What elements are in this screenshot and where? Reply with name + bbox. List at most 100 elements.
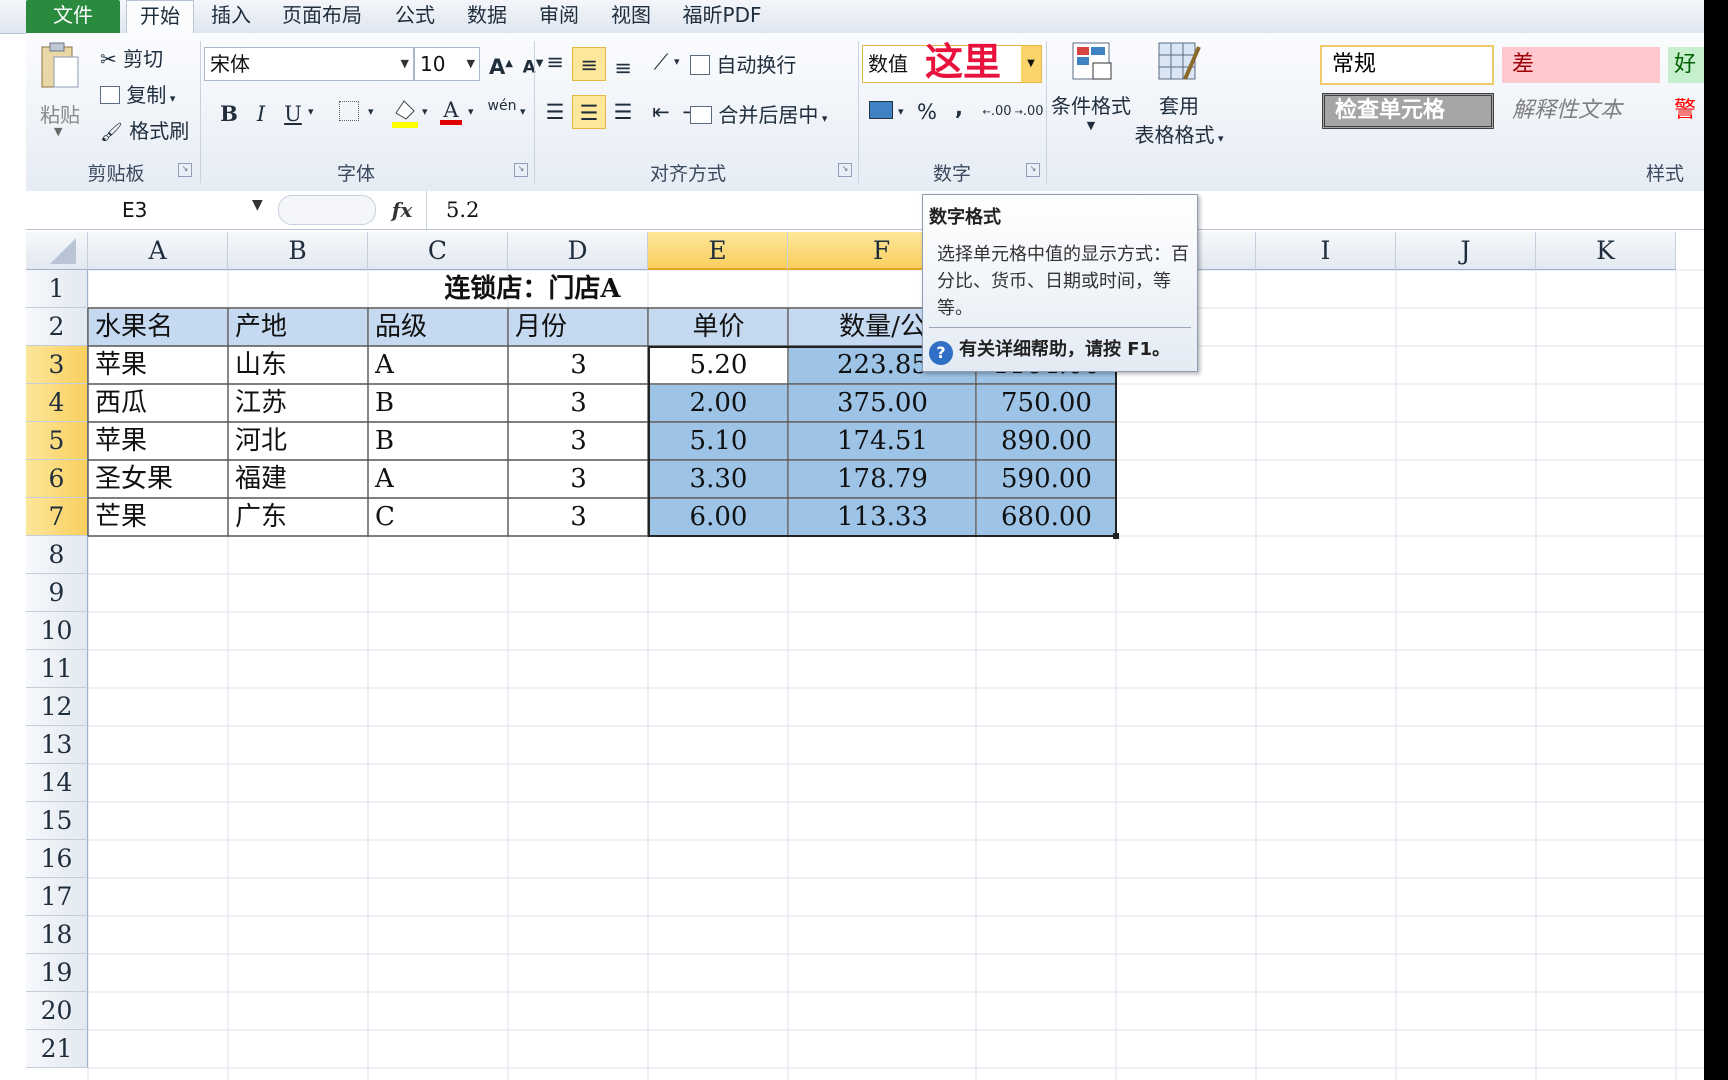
row-header-4[interactable]: 4 <box>26 384 88 422</box>
style-explanatory[interactable]: 解释性文本 <box>1502 93 1660 129</box>
row-header-5[interactable]: 5 <box>26 422 88 460</box>
chevron-down-icon[interactable]: ▾ <box>308 105 314 118</box>
increase-decimal-button[interactable]: ←.00 <box>980 95 1014 129</box>
row-header-2[interactable]: 2 <box>26 308 88 346</box>
number-format-combo[interactable]: 数值 这里 ▼ <box>862 40 1042 84</box>
header-cell-a[interactable]: 水果名 <box>89 309 228 346</box>
header-cell-c[interactable]: 品级 <box>369 309 508 346</box>
chevron-down-icon[interactable]: ▾ <box>422 105 428 118</box>
align-bottom-icon[interactable]: ≡ <box>606 51 640 85</box>
header-cell-e[interactable]: 单价 <box>649 309 788 346</box>
row-header-20[interactable]: 20 <box>26 992 88 1030</box>
column-header-a[interactable]: A <box>88 232 228 270</box>
cell-g7[interactable]: 680.00 <box>977 499 1116 536</box>
cell-d5[interactable]: 3 <box>509 423 648 460</box>
row-header-21[interactable]: 21 <box>26 1030 88 1068</box>
cell-b4[interactable]: 江苏 <box>229 385 368 422</box>
align-center-icon[interactable]: ☰ <box>572 95 606 129</box>
row-header-16[interactable]: 16 <box>26 840 88 878</box>
row-header-1[interactable]: 1 <box>26 270 88 308</box>
tab-review[interactable]: 审阅 <box>528 0 590 33</box>
align-right-icon[interactable]: ☰ <box>606 95 640 129</box>
cell-g5[interactable]: 890.00 <box>977 423 1116 460</box>
cell-a4[interactable]: 西瓜 <box>89 385 228 422</box>
row-header-14[interactable]: 14 <box>26 764 88 802</box>
cell-a6[interactable]: 圣女果 <box>89 461 228 498</box>
cell-c4[interactable]: B <box>369 385 508 422</box>
column-header-c[interactable]: C <box>368 232 508 270</box>
name-box[interactable]: E3 <box>26 194 266 226</box>
style-normal[interactable]: 常规 <box>1320 45 1494 85</box>
align-left-icon[interactable]: ☰ <box>538 95 572 129</box>
paste-icon[interactable] <box>38 41 80 89</box>
alignment-launcher-icon[interactable]: ↘ <box>838 163 852 177</box>
underline-button[interactable]: U <box>276 97 310 131</box>
decrease-indent-icon[interactable]: ⇤ <box>644 95 678 129</box>
tab-data[interactable]: 数据 <box>456 0 518 33</box>
cell-c5[interactable]: B <box>369 423 508 460</box>
header-cell-d[interactable]: 月份 <box>509 309 648 346</box>
cell-d7[interactable]: 3 <box>509 499 648 536</box>
font-color-button[interactable]: A <box>434 93 468 127</box>
font-name-combo[interactable]: 宋体 ▼ <box>204 47 414 81</box>
tab-insert[interactable]: 插入 <box>200 0 262 33</box>
row-header-18[interactable]: 18 <box>26 916 88 954</box>
accounting-format-icon[interactable] <box>864 95 898 129</box>
tab-formulas[interactable]: 公式 <box>384 0 446 33</box>
cell-title-merged[interactable]: 连锁店：门店A <box>89 271 976 308</box>
style-bad[interactable]: 差 <box>1502 47 1660 83</box>
row-header-6[interactable]: 6 <box>26 460 88 498</box>
row-header-19[interactable]: 19 <box>26 954 88 992</box>
cell-a3[interactable]: 苹果 <box>89 347 228 384</box>
copy-button[interactable]: 复制 ▾ <box>100 79 175 108</box>
cell-b7[interactable]: 广东 <box>229 499 368 536</box>
tab-page-layout[interactable]: 页面布局 <box>272 0 372 33</box>
increase-font-size-icon[interactable]: A▲ <box>484 47 518 81</box>
row-header-11[interactable]: 11 <box>26 650 88 688</box>
paste-button[interactable]: 粘贴 <box>40 99 80 128</box>
chevron-down-icon[interactable]: ▾ <box>520 105 526 118</box>
font-size-combo[interactable]: 10 ▼ <box>414 47 480 81</box>
cell-b3[interactable]: 山东 <box>229 347 368 384</box>
cell-a5[interactable]: 苹果 <box>89 423 228 460</box>
tab-foxit-pdf[interactable]: 福昕PDF <box>672 0 772 33</box>
font-launcher-icon[interactable]: ↘ <box>514 163 528 177</box>
formula-input[interactable]: 5.2 <box>446 191 479 229</box>
cut-button[interactable]: ✂ 剪切 <box>100 43 163 72</box>
cell-c6[interactable]: A <box>369 461 508 498</box>
style-check-cell[interactable]: 检查单元格 <box>1322 93 1494 129</box>
chevron-down-icon[interactable]: ▾ <box>898 105 904 118</box>
decrease-decimal-button[interactable]: →.00 <box>1012 95 1046 129</box>
comma-style-button[interactable]: , <box>942 91 976 125</box>
row-header-12[interactable]: 12 <box>26 688 88 726</box>
paste-dropdown-caret[interactable]: ▼ <box>54 125 62 138</box>
cell-e5[interactable]: 5.10 <box>649 423 788 460</box>
cell-f5[interactable]: 174.51 <box>789 423 976 460</box>
row-header-17[interactable]: 17 <box>26 878 88 916</box>
column-header-j[interactable]: J <box>1396 232 1536 270</box>
row-header-15[interactable]: 15 <box>26 802 88 840</box>
border-icon[interactable] <box>332 97 366 131</box>
select-all-corner[interactable] <box>26 232 88 270</box>
insert-function-icon[interactable]: fx <box>378 191 426 229</box>
fill-color-icon[interactable] <box>388 95 422 129</box>
chevron-down-icon[interactable]: ▼ <box>1021 46 1041 82</box>
number-launcher-icon[interactable]: ↘ <box>1026 163 1040 177</box>
orientation-icon[interactable]: ⟋ <box>644 45 678 79</box>
cell-c3[interactable]: A <box>369 347 508 384</box>
chevron-down-icon[interactable]: ▾ <box>368 105 374 118</box>
cell-c7[interactable]: C <box>369 499 508 536</box>
chevron-down-icon[interactable]: ▼ <box>252 197 263 213</box>
percent-style-button[interactable]: % <box>910 95 944 129</box>
phonetic-guide-button[interactable]: wén <box>482 95 522 129</box>
column-header-b[interactable]: B <box>228 232 368 270</box>
tab-view[interactable]: 视图 <box>600 0 662 33</box>
style-warning[interactable]: 警 <box>1668 93 1704 129</box>
clipboard-launcher-icon[interactable]: ↘ <box>178 163 192 177</box>
row-header-7[interactable]: 7 <box>26 498 88 536</box>
column-header-e[interactable]: E <box>648 232 788 270</box>
cell-e4[interactable]: 2.00 <box>649 385 788 422</box>
wrap-text-button[interactable]: 自动换行 <box>690 49 796 78</box>
cell-b6[interactable]: 福建 <box>229 461 368 498</box>
cell-g6[interactable]: 590.00 <box>977 461 1116 498</box>
